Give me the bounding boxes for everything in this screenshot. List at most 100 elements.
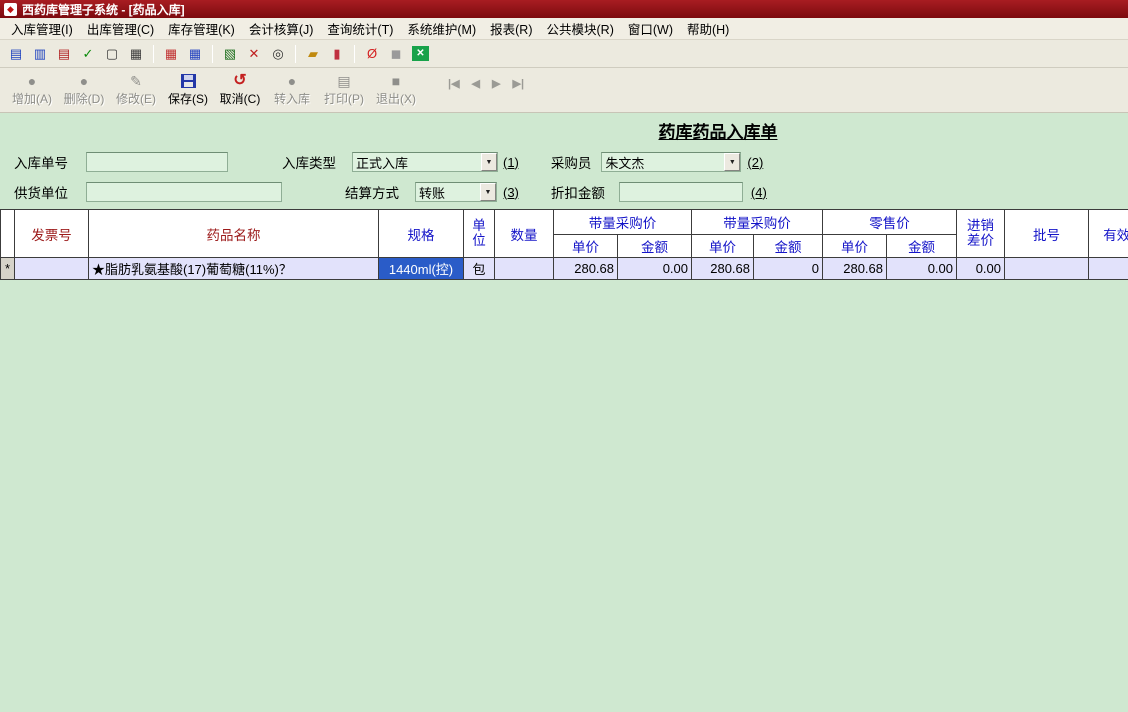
menu-query[interactable]: 查询统计(T) [320, 16, 400, 41]
menu-inventory[interactable]: 库存管理(K) [161, 16, 242, 41]
money-folder-icon[interactable]: ▰ [302, 44, 324, 64]
app-icon[interactable]: ◆ [4, 2, 17, 16]
copy-doc-icon[interactable]: ▢ [101, 44, 123, 64]
search-icon[interactable]: ◎ [267, 44, 289, 64]
report-doc-icon[interactable]: ▦ [125, 44, 147, 64]
col-header-vp1-amount: 金额 [617, 234, 692, 258]
delete-button[interactable]: ● 删除(D) [58, 70, 110, 107]
action-bar: ● 增加(A) ● 删除(D) ✎ 修改(E) 保存(S) ↺ 取消(C) ● … [0, 68, 1128, 113]
delete-button-label: 删除(D) [63, 92, 105, 106]
col-group-retail-price: 零售价 [822, 209, 957, 235]
nav-prev-icon[interactable]: ◀ [472, 77, 480, 90]
edit-button[interactable]: ✎ 修改(E) [110, 70, 162, 107]
cell-invoice[interactable] [14, 257, 89, 280]
cell-retail-amount[interactable]: 0.00 [886, 257, 957, 280]
chevron-down-icon[interactable]: ▼ [724, 153, 741, 171]
chevron-down-icon[interactable]: ▼ [480, 183, 496, 201]
menu-stockout[interactable]: 出库管理(C) [80, 16, 161, 41]
exit-button[interactable]: ■ 退出(X) [370, 70, 422, 107]
table-icon[interactable]: ▦ [184, 44, 206, 64]
col-group-volume-price-1: 带量采购价 [553, 209, 692, 235]
cell-margin[interactable]: 0.00 [956, 257, 1005, 280]
col-header-vp2-unit-price: 单价 [691, 234, 754, 258]
menu-window[interactable]: 窗口(W) [621, 16, 680, 41]
cell-expiry[interactable] [1088, 257, 1128, 280]
supplier-input[interactable] [86, 182, 282, 202]
edit-doc-icon[interactable]: ▤ [53, 44, 75, 64]
col-header-unit-line1: 单 [472, 218, 486, 234]
chevron-down-icon[interactable]: ▼ [481, 153, 497, 171]
cell-spec-selected[interactable]: 1440ml(控) [378, 257, 464, 280]
add-button[interactable]: ● 增加(A) [6, 70, 58, 107]
window-title: 西药库管理子系统 - [药品入库] [22, 2, 185, 17]
cancel-button[interactable]: ↺ 取消(C) [214, 70, 266, 107]
col-header-vp2-amount: 金额 [753, 234, 823, 258]
grid-edit-icon[interactable]: ▧ [219, 44, 241, 64]
cell-drug-name[interactable]: ★脂肪乳氨基酸(17)葡萄糖(11%)？ [88, 257, 379, 280]
stockin-type-value: 正式入库 [356, 155, 409, 171]
cell-batch[interactable] [1004, 257, 1089, 280]
col-header-batch: 批号 [1004, 209, 1089, 258]
nav-next-icon[interactable]: ▶ [492, 77, 500, 90]
menu-common[interactable]: 公共模块(R) [540, 16, 621, 41]
menu-system[interactable]: 系统维护(M) [400, 16, 483, 41]
cancel-icon: ↺ [233, 71, 247, 89]
form-title: 药库药品入库单 [658, 123, 778, 142]
menu-reports[interactable]: 报表(R) [483, 16, 539, 41]
nav-last-icon[interactable]: ▶| [512, 77, 524, 90]
audit-check-icon[interactable]: ✓ [77, 44, 99, 64]
cell-retail-unit-price[interactable]: 280.68 [822, 257, 887, 280]
stockin-no-label: 入库单号 [14, 156, 68, 171]
toolbar: ▤ ▥ ▤ ✓ ▢ ▦ ▦ ▦ ▧ ✕ ◎ ▰ ▮ Ø ◼ ✕ [0, 40, 1128, 68]
save-button[interactable]: 保存(S) [162, 70, 214, 107]
row-marker: * [0, 257, 15, 280]
menu-stockin[interactable]: 入库管理(I) [4, 16, 80, 41]
thermometer-icon[interactable]: ▮ [326, 44, 348, 64]
cards-icon[interactable]: ▦ [160, 44, 182, 64]
stockin-no-input[interactable] [86, 152, 228, 172]
save-button-label: 保存(S) [168, 92, 208, 106]
transfer-button[interactable]: ● 转入库 [266, 70, 318, 107]
form-row-1: 入库单号 入库类型 正式入库 ▼ (1) 采购员 朱文杰 ▼ (2) [0, 151, 1128, 173]
cell-vp1-amount[interactable]: 0.00 [617, 257, 692, 280]
save-doc-icon[interactable]: ▥ [29, 44, 51, 64]
cancel-button-label: 取消(C) [219, 92, 261, 106]
purchaser-value: 朱文杰 [605, 155, 645, 171]
settlement-value: 转账 [419, 185, 446, 201]
toolbar-separator [354, 44, 355, 63]
purchaser-select[interactable]: 朱文杰 ▼ [601, 152, 742, 172]
stockin-type-select[interactable]: 正式入库 ▼ [352, 152, 498, 172]
cell-unit[interactable]: 包 [463, 257, 495, 280]
table-row: * ★脂肪乳氨基酸(17)葡萄糖(11%)？ 1440ml(控) 包 280.6… [0, 257, 1128, 280]
col-header-spec: 规格 [378, 209, 464, 258]
cancel-x-icon[interactable]: ✕ [243, 44, 265, 64]
print-icon: ▤ [337, 72, 351, 89]
cell-qty[interactable] [494, 257, 554, 280]
print-button[interactable]: ▤ 打印(P) [318, 70, 370, 107]
toolbar-separator [212, 44, 213, 63]
edit-icon: ✎ [130, 72, 142, 89]
col-header-qty: 数量 [494, 209, 554, 258]
col-header-margin-line2: 差价 [967, 232, 994, 248]
cell-vp1-unit-price[interactable]: 280.68 [553, 257, 618, 280]
purchaser-label: 采购员 [550, 156, 592, 171]
transfer-button-label: 转入库 [273, 92, 310, 106]
diskette-icon [180, 73, 196, 88]
nav-first-icon[interactable]: |◀ [448, 77, 460, 90]
forbid-icon[interactable]: Ø [361, 44, 383, 64]
settlement-select[interactable]: 转账 ▼ [415, 182, 497, 202]
col-header-drug-name: 药品名称 [88, 209, 379, 258]
toolbar-separator [153, 44, 154, 63]
menu-help[interactable]: 帮助(H) [680, 16, 736, 41]
cube-icon[interactable]: ◼ [385, 44, 407, 64]
stockin-type-label: 入库类型 [282, 156, 336, 171]
new-doc-icon[interactable]: ▤ [5, 44, 27, 64]
col-header-vp1-unit-price: 单价 [553, 234, 618, 258]
menu-accounting[interactable]: 会计核算(J) [242, 16, 321, 41]
close-grid-icon[interactable]: ✕ [412, 46, 429, 61]
add-button-label: 增加(A) [12, 92, 52, 106]
cell-vp2-unit-price[interactable]: 280.68 [691, 257, 754, 280]
discount-input[interactable] [618, 182, 743, 202]
discount-label: 折扣金额 [550, 186, 605, 201]
cell-vp2-amount[interactable]: 0 [753, 257, 823, 280]
